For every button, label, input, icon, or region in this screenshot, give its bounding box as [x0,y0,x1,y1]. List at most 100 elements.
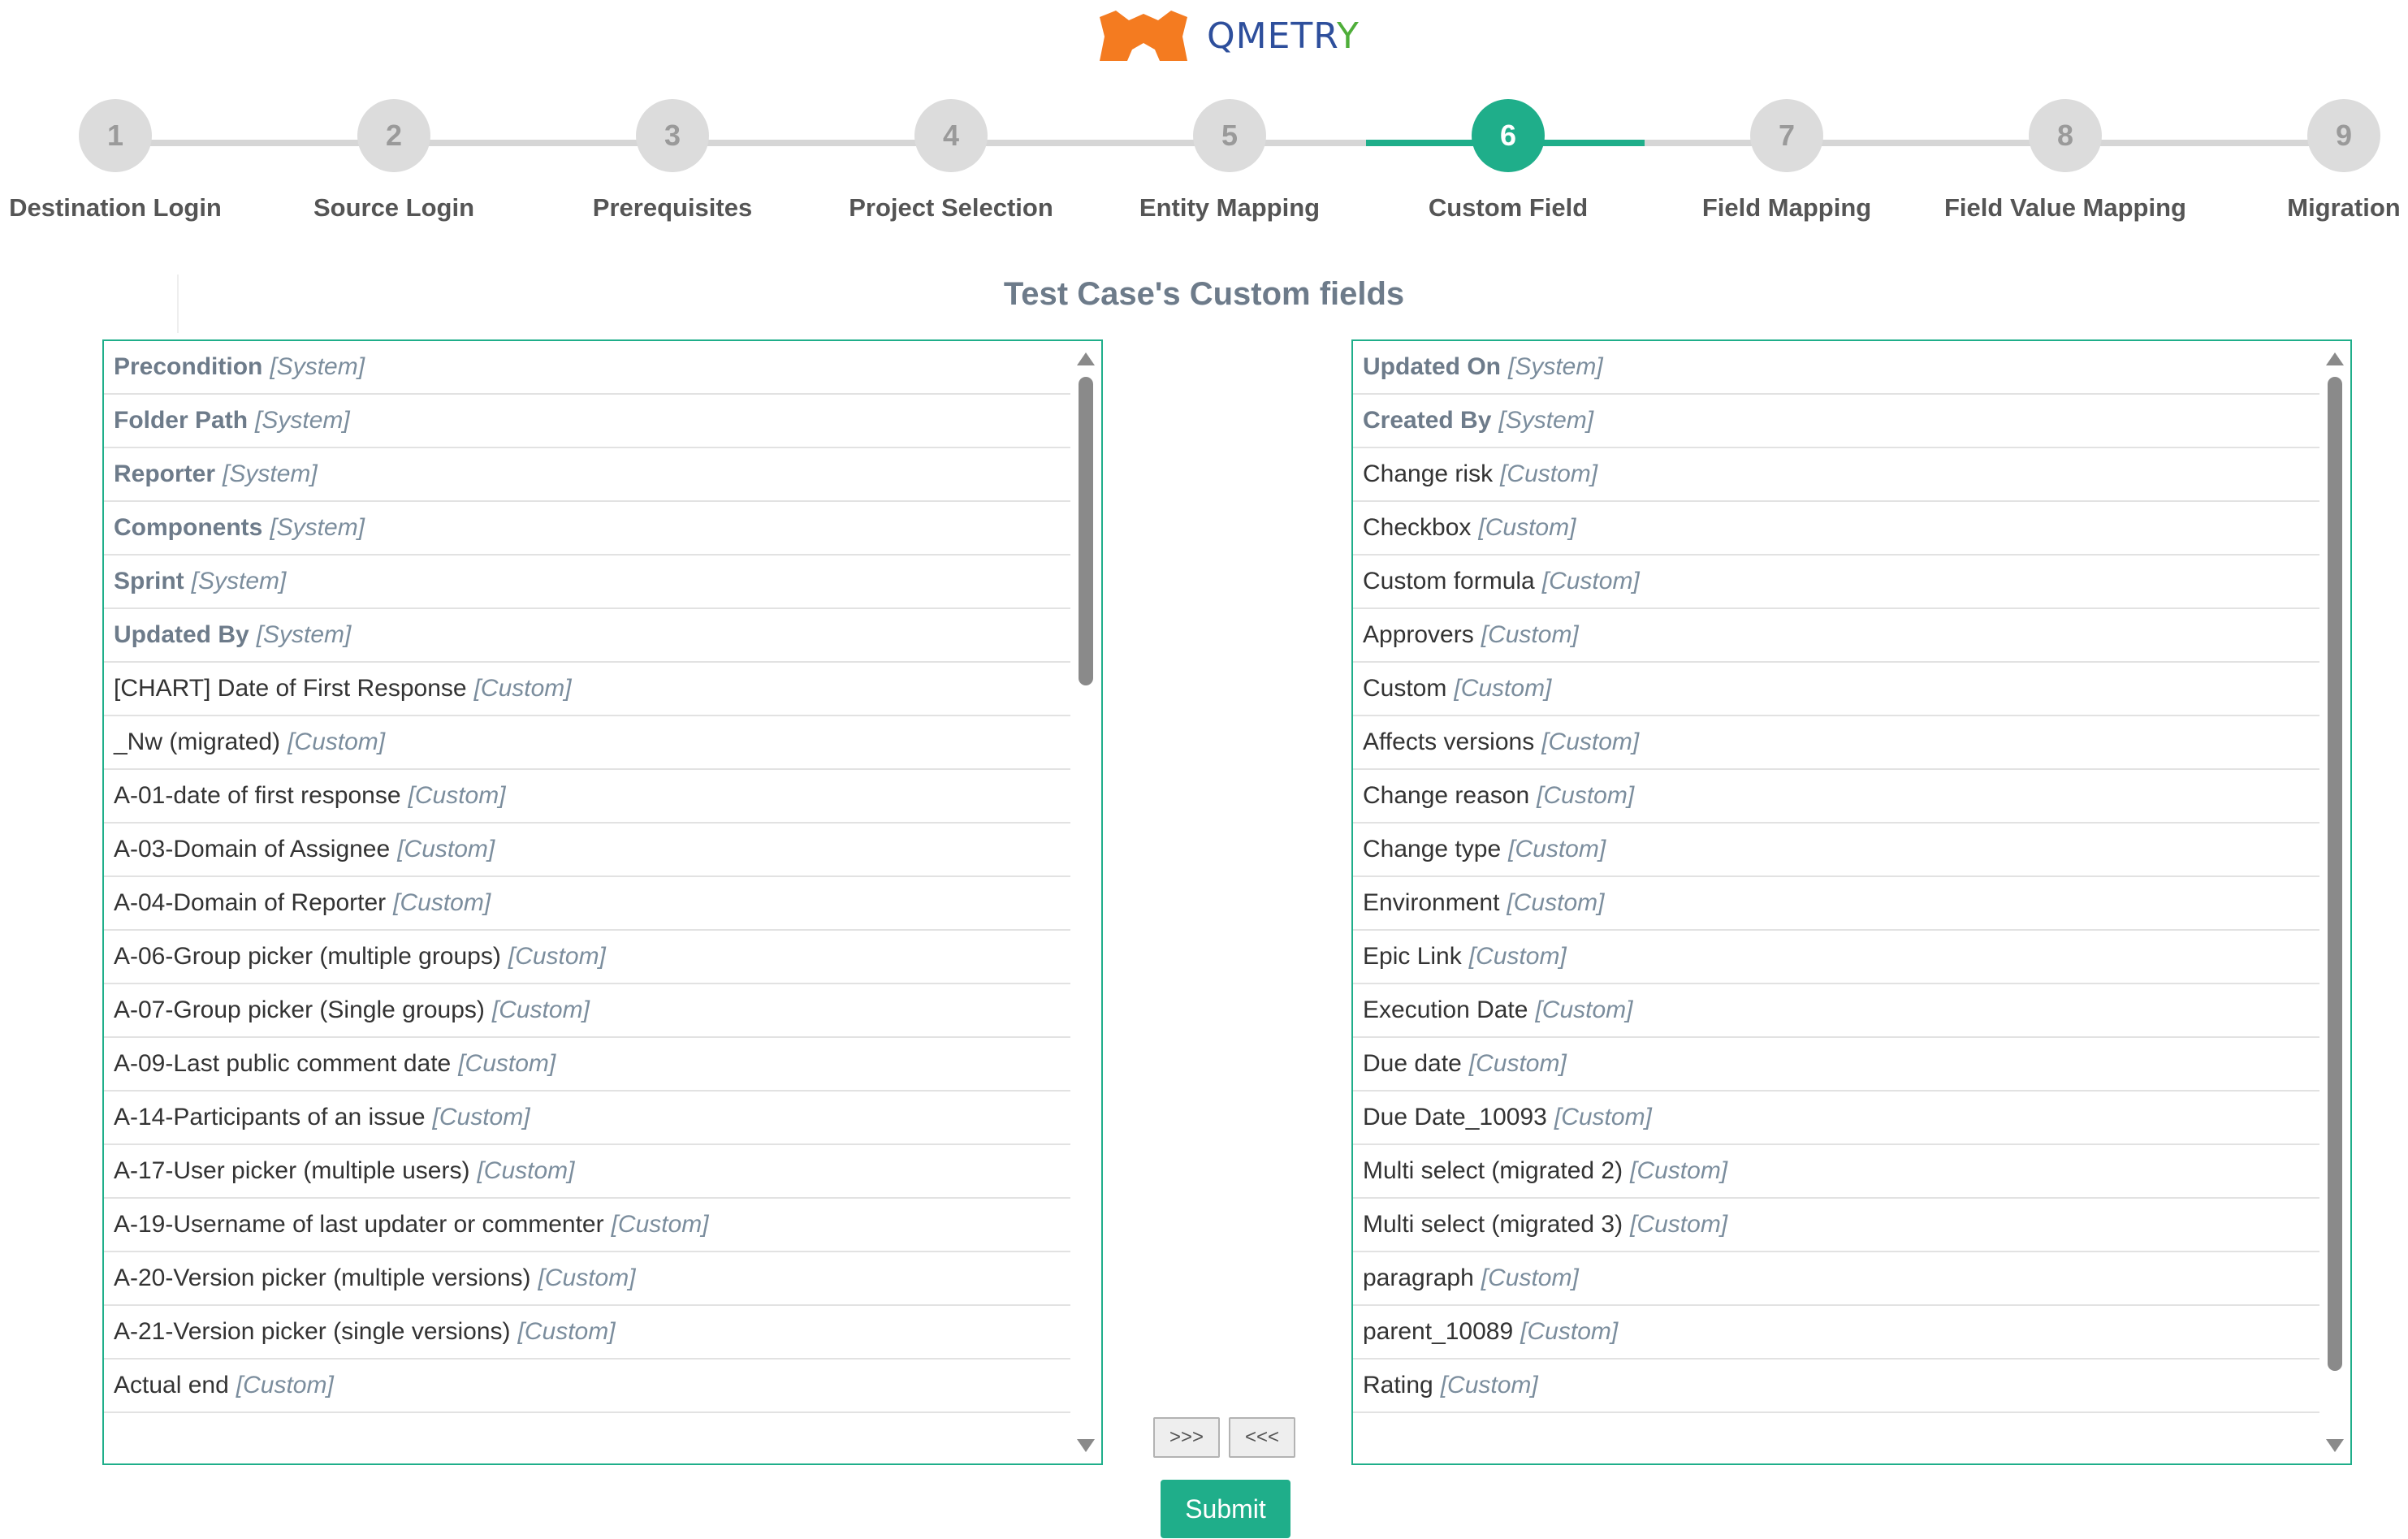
list-item[interactable]: Actual end [Custom] [104,1360,1070,1413]
list-item[interactable]: Environment [Custom] [1353,877,2319,931]
list-item[interactable]: Reporter [System] [104,448,1070,502]
selected-fields-rows: Updated On [System] Created By [System] Chan… [1353,341,2319,1413]
list-item[interactable]: Checkbox [Custom] [1353,502,2319,556]
list-item[interactable]: Multi select (migrated 2) [Custom] [1353,1145,2319,1199]
scroll-down-arrow-icon[interactable] [1077,1439,1095,1452]
field-type-tag: [Custom] [611,1211,709,1238]
qmetry-mascot-icon [1100,11,1187,61]
field-type-tag: [Custom] [1535,996,1633,1023]
list-item[interactable]: A-21-Version picker (single versions) [Cu… [104,1306,1070,1360]
field-name: Epic Link [1363,943,1462,970]
list-item[interactable]: Execution Date [Custom] [1353,984,2319,1038]
field-name: _Nw (migrated) [114,728,281,755]
list-item[interactable]: Updated By [System] [104,609,1070,663]
list-item[interactable]: A-01-date of first response [Custom] [104,770,1070,824]
move-left-button[interactable]: <<< [1229,1417,1295,1458]
field-type-tag: [Custom] [1440,1372,1538,1399]
step-number: 5 [1193,99,1266,172]
available-fields-scrollbar[interactable] [1074,341,1098,1463]
list-item[interactable]: Folder Path [System] [104,395,1070,448]
field-name: Change type [1363,836,1502,862]
step-prerequisites[interactable]: 3 Prerequisites [534,89,811,223]
field-type-tag: [Custom] [1468,943,1567,970]
list-item[interactable]: Due Date_10093 [Custom] [1353,1092,2319,1145]
list-item[interactable]: [CHART] Date of First Response [Custom] [104,663,1070,716]
step-number: 6 [1472,99,1545,172]
list-item[interactable]: Components [System] [104,502,1070,556]
selected-fields-list[interactable]: Updated On [System] Created By [System] Chan… [1351,339,2352,1465]
field-name: A-07-Group picker (Single groups) [114,996,485,1023]
step-entity-mapping[interactable]: 5 Entity Mapping [1092,89,1368,223]
list-item[interactable]: A-17-User picker (multiple users) [Custom… [104,1145,1070,1199]
list-item[interactable]: Precondition [System] [104,341,1070,395]
field-type-tag: [System] [223,460,318,487]
field-type-tag: [System] [1508,353,1603,380]
list-item[interactable]: Approvers [Custom] [1353,609,2319,663]
field-type-tag: [Custom] [1481,621,1579,648]
field-name: Execution Date [1363,996,1528,1023]
scrollbar-thumb[interactable] [2328,377,2342,1371]
step-migration[interactable]: 9 Migration [2206,89,2408,223]
list-item[interactable]: Change reason [Custom] [1353,770,2319,824]
step-source-login[interactable]: 2 Source Login [256,89,532,223]
list-item[interactable]: Custom [Custom] [1353,663,2319,716]
step-custom-field[interactable]: 6 Custom Field [1370,89,1646,223]
step-label: Custom Field [1428,193,1589,222]
list-item[interactable]: Custom formula [Custom] [1353,556,2319,609]
step-number: 3 [636,99,709,172]
list-item[interactable]: Updated On [System] [1353,341,2319,395]
field-name: Updated On [1363,353,1501,380]
field-name: Created By [1363,407,1492,434]
list-item[interactable]: Multi select (migrated 3) [Custom] [1353,1199,2319,1252]
scroll-up-arrow-icon[interactable] [1077,352,1095,365]
field-type-tag: [Custom] [1630,1211,1728,1238]
list-item[interactable]: Due date [Custom] [1353,1038,2319,1092]
step-number: 9 [2307,99,2380,172]
list-item[interactable]: Rating [Custom] [1353,1360,2319,1413]
selected-fields-scrollbar[interactable] [2323,341,2347,1463]
step-destination-login[interactable]: 1 Destination Login [0,89,253,223]
list-item[interactable]: Sprint [System] [104,556,1070,609]
list-item[interactable]: A-03-Domain of Assignee [Custom] [104,824,1070,877]
list-item[interactable]: A-19-Username of last updater or comment… [104,1199,1070,1252]
list-item[interactable]: Change type [Custom] [1353,824,2319,877]
scroll-up-arrow-icon[interactable] [2326,352,2344,365]
step-number: 8 [2029,99,2102,172]
list-item[interactable]: A-07-Group picker (Single groups) [Custom… [104,984,1070,1038]
step-label: Field Value Mapping [1944,193,2186,222]
field-type-tag: [Custom] [477,1157,575,1184]
field-type-tag: [Custom] [287,728,386,755]
field-name: Updated By [114,621,249,648]
submit-button[interactable]: Submit [1161,1480,1290,1538]
step-number: 4 [914,99,988,172]
field-name: A-04-Domain of Reporter [114,889,387,916]
list-item[interactable]: _Nw (migrated) [Custom] [104,716,1070,770]
field-name: Reporter [114,460,216,487]
field-name: A-20-Version picker (multiple versions) [114,1264,531,1291]
list-item[interactable]: Change risk [Custom] [1353,448,2319,502]
move-right-button[interactable]: >>> [1153,1417,1220,1458]
step-field-mapping[interactable]: 7 Field Mapping [1649,89,1925,223]
list-item[interactable]: parent_10089 [Custom] [1353,1306,2319,1360]
step-number: 1 [79,99,152,172]
list-item[interactable]: Affects versions [Custom] [1353,716,2319,770]
list-item[interactable]: A-20-Version picker (multiple versions) [… [104,1252,1070,1306]
available-fields-list[interactable]: Precondition [System] Folder Path [System] R… [102,339,1103,1465]
list-item[interactable]: A-06-Group picker (multiple groups) [Cust… [104,931,1070,984]
list-item[interactable]: Epic Link [Custom] [1353,931,2319,984]
list-item[interactable]: A-04-Domain of Reporter [Custom] [104,877,1070,931]
field-type-tag: [System] [270,514,365,541]
list-item[interactable]: A-09-Last public comment date [Custom] [104,1038,1070,1092]
step-field-value-mapping[interactable]: 8 Field Value Mapping [1927,89,2203,223]
step-project-selection[interactable]: 4 Project Selection [813,89,1089,223]
list-item[interactable]: Created By [System] [1353,395,2319,448]
field-name: Actual end [114,1372,229,1399]
scroll-down-arrow-icon[interactable] [2326,1439,2344,1452]
list-item[interactable]: A-14-Participants of an issue [Custom] [104,1092,1070,1145]
list-item[interactable]: paragraph [Custom] [1353,1252,2319,1306]
field-name: A-03-Domain of Assignee [114,836,391,862]
field-name: Due Date_10093 [1363,1104,1547,1130]
scrollbar-thumb[interactable] [1079,377,1093,685]
section-title: Test Case's Custom fields [1003,276,1405,312]
field-name: A-09-Last public comment date [114,1050,452,1077]
